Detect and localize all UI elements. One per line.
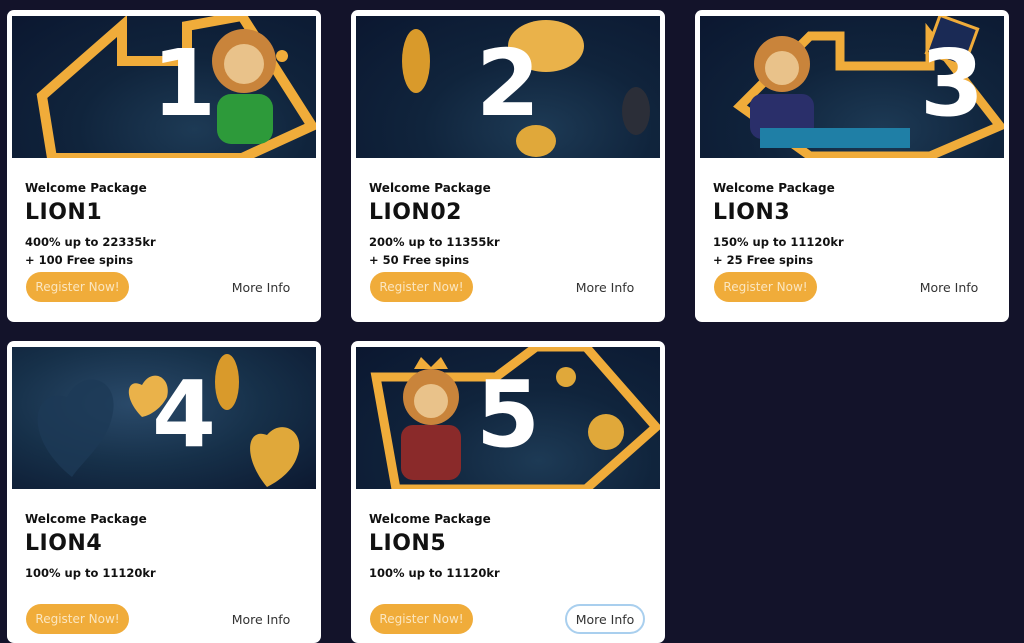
package-label: Welcome Package [25, 181, 147, 195]
bonus-amount: 150% up to 11120kr [713, 235, 844, 249]
bonus-amount: 400% up to 22335kr [25, 235, 156, 249]
offer-number: 5 [475, 361, 540, 468]
package-label: Welcome Package [369, 512, 491, 526]
offer-banner: 1 [12, 16, 316, 158]
bonus-code: LION1 [25, 200, 103, 225]
offer-number: 3 [919, 30, 984, 137]
free-spins: + 100 Free spins [25, 253, 134, 267]
more-info-button[interactable]: More Info [221, 272, 301, 302]
bonus-code: LION4 [25, 531, 103, 556]
bonus-code: LION3 [713, 200, 791, 225]
more-info-button[interactable]: More Info [565, 604, 645, 634]
free-spins: + 25 Free spins [713, 253, 814, 267]
offer-card: 1 Welcome Package LION1 400% up to 22335… [7, 10, 321, 322]
offer-banner: 3 [700, 16, 1004, 158]
more-info-button[interactable]: More Info [909, 272, 989, 302]
offer-card: 2 Welcome Package LION02 200% up to 1135… [351, 10, 665, 322]
register-button[interactable]: Register Now! [714, 272, 817, 302]
offer-card: 5 Welcome Package LION5 100% up to 11120… [351, 341, 665, 643]
bonus-amount: 100% up to 11120kr [25, 566, 156, 580]
package-label: Welcome Package [369, 181, 491, 195]
bonus-amount: 200% up to 11355kr [369, 235, 500, 249]
offer-banner: 4 [12, 347, 316, 489]
offers-grid: 1 Welcome Package LION1 400% up to 22335… [0, 0, 1024, 643]
free-spins: + 50 Free spins [369, 253, 470, 267]
register-button[interactable]: Register Now! [26, 272, 129, 302]
register-button[interactable]: Register Now! [370, 272, 473, 302]
bonus-code: LION5 [369, 531, 447, 556]
bonus-amount: 100% up to 11120kr [369, 566, 500, 580]
offer-card: 3 Welcome Package LION3 150% up to 11120… [695, 10, 1009, 322]
more-info-button[interactable]: More Info [221, 604, 301, 634]
offer-banner: 2 [356, 16, 660, 158]
offer-number: 4 [151, 361, 216, 468]
package-label: Welcome Package [25, 512, 147, 526]
register-button[interactable]: Register Now! [370, 604, 473, 634]
bonus-code: LION02 [369, 200, 462, 225]
register-button[interactable]: Register Now! [26, 604, 129, 634]
offer-banner: 5 [356, 347, 660, 489]
more-info-button[interactable]: More Info [565, 272, 645, 302]
offer-card: 4 Welcome Package LION4 100% up to 11120… [7, 341, 321, 643]
offer-number: 2 [475, 30, 540, 137]
package-label: Welcome Package [713, 181, 835, 195]
offer-number: 1 [151, 30, 216, 137]
